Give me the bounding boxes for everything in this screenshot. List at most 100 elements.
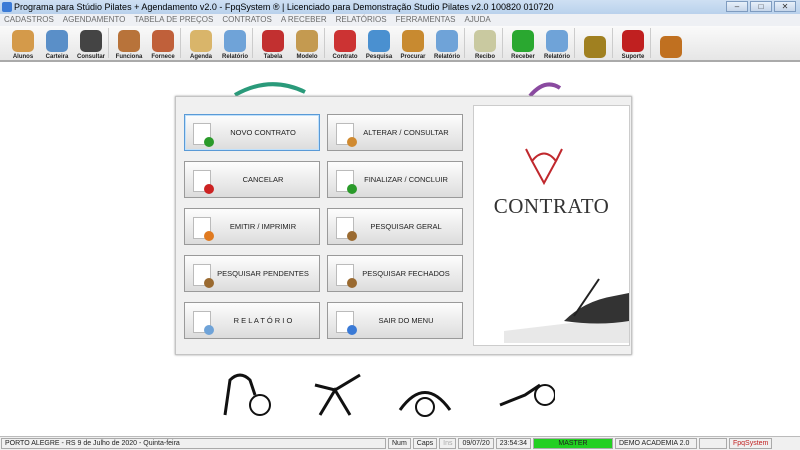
toolbar-button-pesquisa[interactable]: Pesquisa <box>362 26 396 62</box>
title-bar: Programa para Stúdio Pilates + Agendamen… <box>0 0 800 14</box>
menu-tabela-de-pre-os[interactable]: TABELA DE PREÇOS <box>134 14 213 26</box>
status-company: DEMO ACADEMIA 2.0 <box>614 438 697 449</box>
menu-ferramentas[interactable]: FERRAMENTAS <box>396 14 456 26</box>
maximize-button[interactable]: □ <box>750 1 772 12</box>
menu-contratos[interactable]: CONTRATOS <box>222 14 271 26</box>
toolbar-button-alunos[interactable]: Alunos <box>6 26 40 62</box>
button-label: PESQUISAR PENDENTES <box>217 269 309 278</box>
finalizar-concluir-button[interactable]: FINALIZAR / CONCLUIR <box>327 161 463 198</box>
emitir-imprimir-button[interactable]: EMITIR / IMPRIMIR <box>184 208 320 245</box>
recibo-icon <box>474 30 496 52</box>
sairdomenu-button[interactable]: SAIR DO MENU <box>327 302 463 339</box>
pesquisarpendentes-button[interactable]: PESQUISAR PENDENTES <box>184 255 320 292</box>
toolbar-button-modelo[interactable]: Modelo <box>290 26 324 62</box>
toolbar-button-suporte[interactable]: Suporte <box>616 26 650 62</box>
toolbar-button-receber[interactable]: Receber <box>506 26 540 62</box>
signing-hand-image <box>504 278 629 343</box>
status-bar: PORTO ALEGRE - RS 9 de Julho de 2020 - Q… <box>0 436 800 450</box>
toolbar-button-relatrio[interactable]: Relatório <box>218 26 252 62</box>
menu-agendamento[interactable]: AGENDAMENTO <box>63 14 126 26</box>
modelo-icon <box>296 30 318 52</box>
toolbar-button-fornece[interactable]: Fornece <box>146 26 180 62</box>
cancelar-button[interactable]: CANCELAR <box>184 161 320 198</box>
contract-brand: CONTRATO <box>493 194 610 218</box>
toolbar-button-tabela[interactable]: Tabela <box>256 26 290 62</box>
toolbar-button-carteira[interactable]: Carteira <box>40 26 74 62</box>
document-icon <box>193 123 214 147</box>
app-icon <box>2 2 12 12</box>
toolbar-label: Recibo <box>474 54 495 60</box>
toolbar-button-consultar[interactable]: Consultar <box>74 26 108 62</box>
funciona-icon <box>118 30 140 52</box>
alunos-icon <box>12 30 34 52</box>
toolbar-button-exit[interactable] <box>578 26 612 62</box>
toolbar: Alunos Carteira Consultar Funciona Fornece Ag… <box>0 26 800 62</box>
toolbar-label: Suporte <box>621 54 645 60</box>
status-num: Num <box>388 438 411 449</box>
exit-icon <box>584 36 606 58</box>
document-icon <box>193 217 214 241</box>
relatrio-icon <box>546 30 568 52</box>
button-label: FINALIZAR / CONCLUIR <box>364 175 448 184</box>
window-title: Programa para Stúdio Pilates + Agendamen… <box>14 2 554 12</box>
button-label: PESQUISAR FECHADOS <box>362 269 450 278</box>
menu-ajuda[interactable]: AJUDA <box>464 14 490 26</box>
toolbar-label: Relatório <box>433 54 460 60</box>
toolbar-label: Pesquisa <box>365 54 393 60</box>
toolbar-button-funciona[interactable]: Funciona <box>112 26 146 62</box>
status-user: MASTER <box>532 438 613 449</box>
button-label: PESQUISAR GERAL <box>370 222 442 231</box>
status-caps: Caps <box>412 438 438 449</box>
pesquisa-icon <box>368 30 390 52</box>
status-icons <box>698 438 727 449</box>
toolbar-label: Procurar <box>400 54 426 60</box>
relatrio-icon <box>224 30 246 52</box>
document-icon <box>193 170 214 194</box>
button-label: SAIR DO MENU <box>378 316 434 325</box>
toolbar-button-agenda[interactable]: Agenda <box>184 26 218 62</box>
carteira-icon <box>46 30 68 52</box>
toolbar-button-recibo[interactable]: Recibo <box>468 26 502 62</box>
agenda-icon <box>190 30 212 52</box>
toolbar-label: Consultar <box>76 54 105 60</box>
exit-icon <box>660 36 682 58</box>
suporte-icon <box>622 30 644 52</box>
document-icon <box>193 311 214 335</box>
toolbar-button-contrato[interactable]: Contrato <box>328 26 362 62</box>
document-icon <box>336 311 357 335</box>
status-time: 23:54:34 <box>495 438 531 449</box>
toolbar-label: Alunos <box>12 54 34 60</box>
button-label: R E L A T Ó R I O <box>233 316 293 325</box>
contrato-icon <box>334 30 356 52</box>
menu-cadastros[interactable]: CADASTROS <box>4 14 54 26</box>
menu-bar: CADASTROS AGENDAMENTO TABELA DE PREÇOS CONT… <box>0 14 800 26</box>
toolbar-button-relatrio[interactable]: Relatório <box>540 26 574 62</box>
pilates-figures <box>223 373 555 417</box>
button-label: EMITIR / IMPRIMIR <box>229 222 297 231</box>
close-button[interactable]: ✕ <box>774 1 796 12</box>
toolbar-button-relatrio[interactable]: Relatório <box>430 26 464 62</box>
pesquisarfechados-button[interactable]: PESQUISAR FECHADOS <box>327 255 463 292</box>
logo-partial-right <box>528 82 562 98</box>
novocontrato-button[interactable]: NOVO CONTRATO <box>184 114 320 151</box>
toolbar-label: Receber <box>511 54 535 60</box>
toolbar-button-exit[interactable] <box>654 26 688 62</box>
toolbar-label: Contrato <box>332 54 358 60</box>
pesquisargeral-button[interactable]: PESQUISAR GERAL <box>327 208 463 245</box>
pen-nib-icon <box>525 148 563 186</box>
toolbar-label: Carteira <box>45 54 69 60</box>
status-vendor: FpqSystem <box>728 438 773 449</box>
receber-icon <box>512 30 534 52</box>
toolbar-button-procurar[interactable]: Procurar <box>396 26 430 62</box>
alterar-consultar-button[interactable]: ALTERAR / CONSULTAR <box>327 114 463 151</box>
status-ins: Ins <box>439 438 457 449</box>
menu-relat-rios[interactable]: RELATÓRIOS <box>336 14 387 26</box>
toolbar-label: Tabela <box>263 54 283 60</box>
relat-rio-button[interactable]: R E L A T Ó R I O <box>184 302 320 339</box>
minimize-button[interactable]: – <box>726 1 748 12</box>
menu-a-receber[interactable]: A RECEBER <box>281 14 327 26</box>
document-icon <box>336 170 357 194</box>
document-icon <box>193 264 214 288</box>
toolbar-label: Funciona <box>115 54 143 60</box>
document-icon <box>336 123 357 147</box>
